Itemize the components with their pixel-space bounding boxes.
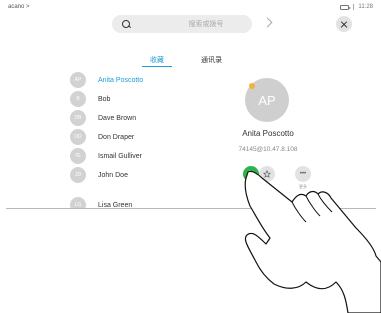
contact-detail-name: Anita Poscotto bbox=[242, 129, 294, 138]
chevron-right-icon[interactable] bbox=[262, 17, 273, 28]
avatar: IG bbox=[70, 148, 86, 164]
contact-name: Don Draper bbox=[98, 133, 135, 141]
device-name[interactable]: acano > bbox=[8, 4, 30, 10]
contact-name: John Doe bbox=[98, 171, 128, 179]
favorite-button[interactable] bbox=[259, 166, 275, 182]
list-item[interactable]: DB Dave Brown bbox=[70, 109, 136, 127]
contact-name: Bob bbox=[98, 95, 111, 103]
contact-name: Anita Poscotto bbox=[98, 76, 144, 84]
search-input[interactable]: 搜索或拨号 bbox=[112, 15, 252, 33]
call-label: 呼叫 bbox=[247, 184, 255, 189]
more-button[interactable]: ••• bbox=[295, 166, 311, 182]
phone-icon bbox=[248, 170, 255, 177]
favorite-badge-icon bbox=[249, 83, 255, 89]
contact-name: Dave Brown bbox=[98, 114, 137, 122]
screen-bottom-edge bbox=[6, 208, 376, 209]
star-icon bbox=[263, 170, 271, 178]
call-button[interactable] bbox=[243, 166, 259, 182]
list-item[interactable]: B Bob bbox=[70, 90, 110, 108]
avatar: AP bbox=[70, 72, 86, 88]
camera-icon bbox=[340, 4, 352, 10]
more-icon: ••• bbox=[299, 171, 307, 177]
tab-directory[interactable]: 通讯录 bbox=[201, 55, 222, 65]
list-item[interactable]: JD John Doe bbox=[70, 166, 128, 184]
list-item[interactable]: AP Anita Poscotto bbox=[70, 71, 143, 89]
avatar: DB bbox=[70, 110, 86, 126]
avatar: DD bbox=[70, 129, 86, 145]
list-item[interactable]: IG Ismail Gulliver bbox=[70, 147, 142, 165]
more-label: 更多 bbox=[299, 184, 307, 189]
touch-panel-screen: acano > 11:28 搜索或拨号 收藏 通讯录 AP Anita Posc… bbox=[6, 3, 376, 209]
tab-favorites[interactable]: 收藏 bbox=[142, 55, 172, 67]
contact-name: Ismail Gulliver bbox=[98, 152, 142, 160]
close-button[interactable] bbox=[336, 16, 352, 32]
search-placeholder: 搜索或拨号 bbox=[188, 21, 224, 28]
status-area: 11:28 bbox=[340, 4, 373, 10]
avatar: JD bbox=[70, 167, 86, 183]
divider bbox=[353, 4, 355, 10]
avatar: B bbox=[70, 91, 86, 107]
list-item[interactable]: DD Don Draper bbox=[70, 128, 134, 146]
clock: 11:28 bbox=[358, 4, 373, 10]
contact-detail-address: 74145@10.47.8.108 bbox=[238, 146, 298, 153]
